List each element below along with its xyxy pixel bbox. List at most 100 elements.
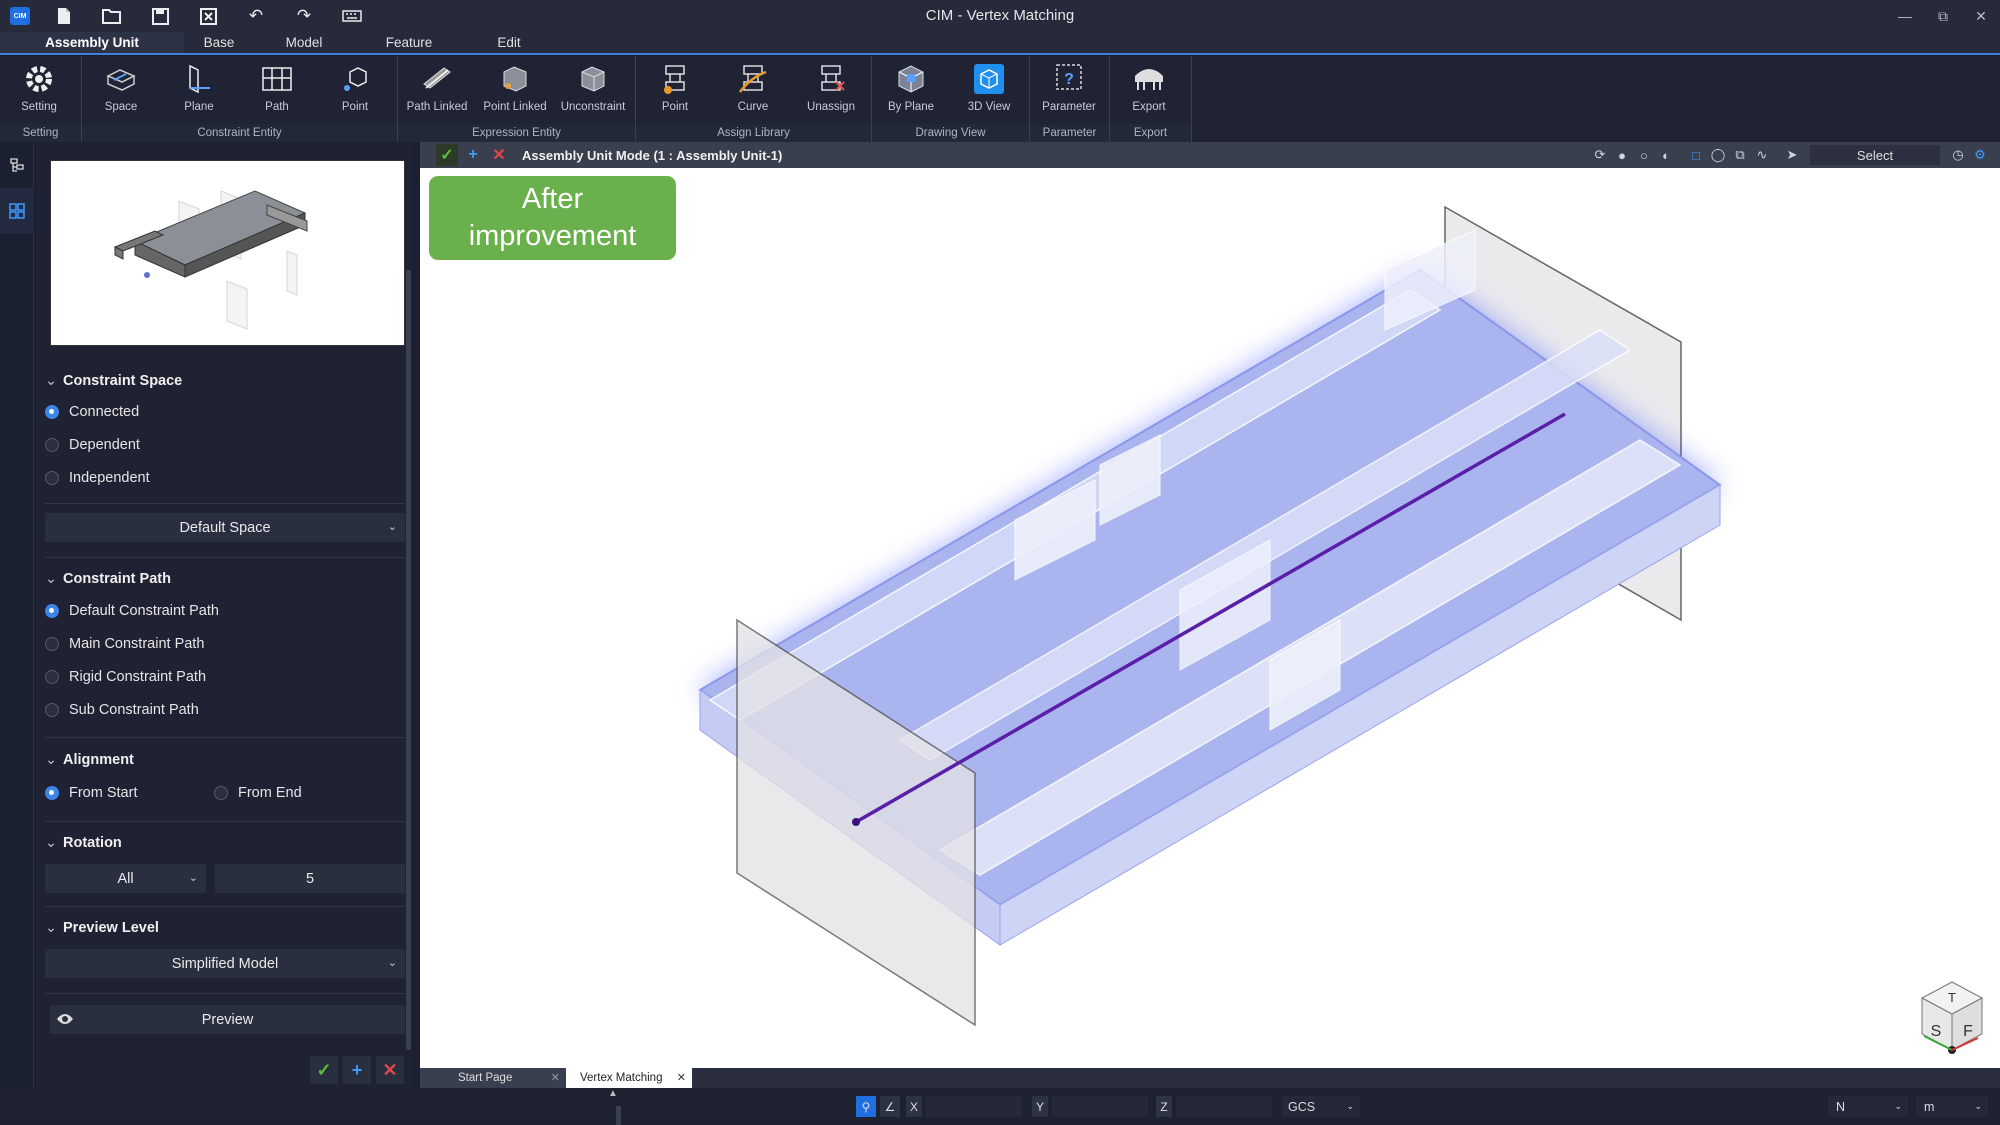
circle-select-icon[interactable]: ◯ — [1708, 145, 1728, 165]
radio-independent[interactable]: Independent — [45, 470, 150, 486]
space-button[interactable]: Space — [82, 56, 160, 122]
cancel-x-icon[interactable]: ✕ — [488, 144, 510, 166]
z-coordinate-field[interactable] — [1176, 1096, 1272, 1117]
close-file-icon[interactable] — [184, 0, 232, 32]
wire-sphere-icon[interactable]: ◐ — [1656, 145, 1676, 165]
point-button[interactable]: Point — [316, 56, 394, 122]
new-file-icon[interactable] — [40, 0, 88, 32]
apply-check-icon[interactable]: ✓ — [436, 144, 458, 166]
section-constraint-space[interactable]: ⌄ Constraint Space — [45, 373, 182, 389]
by-plane-button[interactable]: By Plane — [872, 56, 950, 122]
export-icon — [1135, 69, 1163, 90]
preview-level-dropdown[interactable]: Simplified Model ⌄ — [45, 949, 405, 978]
collapse-arrow-icon[interactable]: ▲ — [608, 1088, 618, 1106]
path-button[interactable]: Path — [238, 56, 316, 122]
after-improvement-badge: After improvement — [429, 176, 676, 260]
close-icon[interactable]: ✕ — [1962, 0, 2000, 32]
tab-base[interactable]: Base — [184, 32, 254, 53]
status-scroll-handle[interactable] — [616, 1106, 621, 1125]
x-coordinate-field[interactable] — [926, 1096, 1022, 1117]
keyboard-icon[interactable] — [328, 0, 376, 32]
radio-main-constraint-path[interactable]: Main Constraint Path — [45, 636, 204, 652]
ribbon-toolbar: Setting Setting Space Plane Path Point C… — [0, 56, 2000, 142]
path-linked-icon — [423, 67, 451, 89]
divider — [45, 993, 405, 994]
rotate-view-icon[interactable]: ⟳ — [1590, 145, 1610, 165]
preview-button[interactable]: Preview — [50, 1005, 405, 1034]
tab-edit[interactable]: Edit — [464, 32, 554, 53]
cancel-x-icon[interactable]: ✕ — [376, 1056, 404, 1084]
lasso-select-icon[interactable]: ⧉ — [1730, 145, 1750, 165]
3d-viewport[interactable]: After improvement T S F — [420, 168, 2000, 1068]
tab-start-page[interactable]: Start Page ✕ — [420, 1068, 566, 1088]
assign-point-button[interactable]: Point — [636, 56, 714, 122]
chevron-down-icon: ⌄ — [1346, 1101, 1354, 1111]
tree-view-icon[interactable] — [0, 142, 34, 188]
z-label: Z — [1156, 1096, 1172, 1117]
coordinate-system-dropdown[interactable]: GCS ⌄ — [1282, 1096, 1360, 1117]
tab-feature[interactable]: Feature — [354, 32, 464, 53]
default-space-dropdown[interactable]: Default Space ⌄ — [45, 513, 405, 542]
white-sphere-icon[interactable]: ○ — [1634, 145, 1654, 165]
save-icon[interactable] — [136, 0, 184, 32]
radio-dependent[interactable]: Dependent — [45, 437, 140, 453]
shaded-sphere-icon[interactable]: ● — [1612, 145, 1632, 165]
tab-assembly-unit[interactable]: Assembly Unit — [0, 32, 184, 53]
add-plus-icon[interactable]: + — [343, 1056, 371, 1084]
add-plus-icon[interactable]: + — [462, 144, 484, 166]
close-tab-icon[interactable]: ✕ — [551, 1071, 560, 1084]
radio-from-start[interactable]: From Start — [45, 785, 137, 801]
confirm-check-icon[interactable]: ✓ — [310, 1056, 338, 1084]
path-linked-button[interactable]: Path Linked — [398, 56, 476, 122]
select-mode-dropdown[interactable]: Select — [1810, 145, 1940, 165]
navigation-cube-icon[interactable]: T S F — [1912, 978, 1992, 1058]
preview-thumbnail — [50, 160, 405, 346]
assign-curve-button[interactable]: Curve — [714, 56, 792, 122]
section-alignment[interactable]: ⌄ Alignment — [45, 752, 134, 768]
radio-rigid-constraint-path[interactable]: Rigid Constraint Path — [45, 669, 206, 685]
radio-sub-constraint-path[interactable]: Sub Constraint Path — [45, 702, 199, 718]
section-preview-level[interactable]: ⌄ Preview Level — [45, 920, 159, 936]
status-bar: ▲ ⚲ ∠ X Y Z GCS ⌄ N ⌄ m ⌄ — [0, 1088, 2000, 1125]
export-button[interactable]: Export — [1110, 56, 1188, 122]
point-linked-button[interactable]: Point Linked — [476, 56, 554, 122]
ribbon-group-export: Export Export — [1110, 56, 1192, 142]
3d-view-button[interactable]: 3D View — [950, 56, 1028, 122]
clock-icon[interactable]: ◷ — [1948, 145, 1968, 165]
direction-dropdown[interactable]: N ⌄ — [1828, 1096, 1908, 1117]
unconstraint-button[interactable]: Unconstraint — [554, 56, 632, 122]
tab-model[interactable]: Model — [254, 32, 354, 53]
section-rotation[interactable]: ⌄ Rotation — [45, 835, 122, 851]
radio-default-constraint-path[interactable]: Default Constraint Path — [45, 603, 219, 619]
plane-button[interactable]: Plane — [160, 56, 238, 122]
chevron-down-icon: ⌄ — [387, 957, 397, 969]
box-select-icon[interactable]: □ — [1686, 145, 1706, 165]
minimize-icon[interactable]: — — [1886, 0, 1924, 32]
snap-point-icon[interactable]: ⚲ — [856, 1096, 876, 1117]
snap-angle-icon[interactable]: ∠ — [880, 1096, 900, 1117]
svg-text:F: F — [1963, 1023, 1973, 1040]
rotation-value-input[interactable]: 5 — [215, 864, 405, 893]
undo-icon[interactable]: ↶ — [232, 0, 280, 32]
section-constraint-path[interactable]: ⌄ Constraint Path — [45, 571, 171, 587]
unassign-button[interactable]: Unassign — [792, 56, 870, 122]
cube-3d-icon — [974, 64, 1004, 94]
panel-scrollbar[interactable] — [406, 270, 411, 1050]
rotation-axis-dropdown[interactable]: All ⌄ — [45, 864, 206, 893]
unit-dropdown[interactable]: m ⌄ — [1916, 1096, 1988, 1117]
tab-vertex-matching[interactable]: Vertex Matching ✕ — [566, 1068, 692, 1088]
restore-icon[interactable]: ⧉ — [1924, 0, 1962, 32]
freehand-select-icon[interactable]: ∿ — [1752, 145, 1772, 165]
redo-icon[interactable]: ↷ — [280, 0, 328, 32]
open-folder-icon[interactable] — [88, 0, 136, 32]
setting-button[interactable]: Setting — [0, 56, 78, 122]
y-coordinate-field[interactable] — [1052, 1096, 1148, 1117]
view-settings-icon[interactable]: ⚙ — [1970, 145, 1990, 165]
properties-panel-icon[interactable] — [0, 188, 34, 234]
point-icon — [344, 67, 367, 91]
radio-connected[interactable]: Connected — [45, 404, 139, 420]
assign-point-icon — [664, 65, 685, 94]
close-tab-icon[interactable]: ✕ — [677, 1071, 686, 1084]
parameter-button[interactable]: ? Parameter — [1030, 56, 1108, 122]
radio-from-end[interactable]: From End — [214, 785, 302, 801]
